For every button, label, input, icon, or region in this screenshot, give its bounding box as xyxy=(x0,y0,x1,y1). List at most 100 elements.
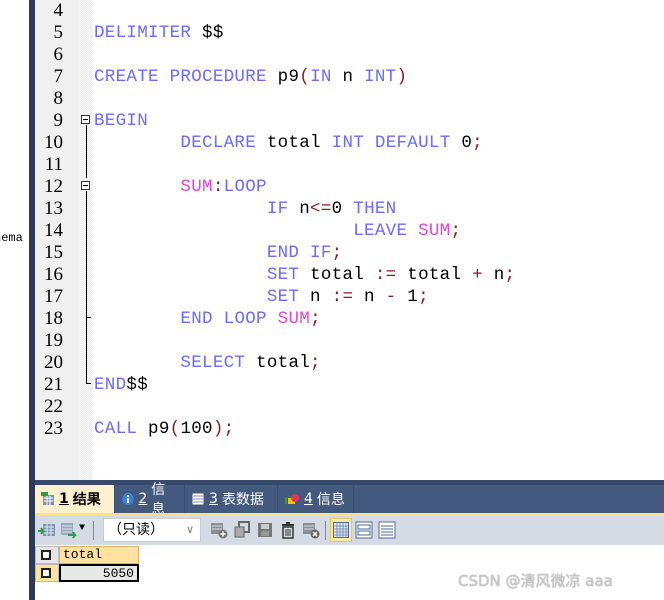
keyword-token: THEN xyxy=(353,199,397,219)
tab-info-2[interactable]: 4 信息 xyxy=(278,485,354,513)
sql-editor[interactable]: 4 5 DELIMITER $$ 6 7 CREATE PROCEDURE p9(IN n… xyxy=(35,0,664,480)
tab-label: 结果 xyxy=(72,492,101,508)
line-number: 20 xyxy=(44,352,63,373)
dropdown-arrow-icon[interactable]: ▼ xyxy=(79,523,85,534)
tab-result[interactable]: 1 结果 xyxy=(35,485,115,513)
operator-token: ; xyxy=(450,221,462,241)
code-line[interactable]: 6 xyxy=(35,44,664,66)
save-icon[interactable] xyxy=(256,521,274,539)
operator-token: ; xyxy=(331,243,343,263)
keyword-token: SET xyxy=(266,265,300,285)
row-checkbox[interactable] xyxy=(35,564,59,582)
keyword-token: SELECT xyxy=(180,353,246,373)
operator-token: - xyxy=(385,287,397,307)
code-line[interactable]: 8 xyxy=(35,88,664,110)
tab-table-data[interactable]: 3 表数据 xyxy=(185,485,278,513)
grid-view-button[interactable] xyxy=(330,518,352,542)
info-shapes-icon xyxy=(285,494,299,504)
code-line[interactable]: 15 END IF; xyxy=(35,242,664,264)
keyword-token: END xyxy=(266,243,300,263)
code-text: END IF; xyxy=(94,242,342,264)
select-all-checkbox[interactable] xyxy=(35,546,59,564)
code-line[interactable]: 10 DECLARE total INT DEFAULT 0; xyxy=(35,132,664,154)
tab-number: 3 xyxy=(209,491,218,507)
text-token: total xyxy=(245,353,311,373)
form-view-icon[interactable] xyxy=(355,521,373,539)
line-number: 19 xyxy=(44,330,63,351)
text-token: 0 xyxy=(450,133,473,153)
export-grid-icon[interactable] xyxy=(38,521,56,539)
code-text: LEAVE SUM; xyxy=(94,220,461,242)
info-icon xyxy=(122,493,134,505)
cancel-icon[interactable] xyxy=(302,521,320,539)
code-line[interactable]: 5 DELIMITER $$ xyxy=(35,22,664,44)
line-number: 22 xyxy=(44,396,63,417)
code-line[interactable]: 4 xyxy=(35,0,664,22)
fold-begin-toggle[interactable] xyxy=(81,115,90,124)
label-token: SUM xyxy=(418,221,451,241)
code-line[interactable]: 14 LEAVE SUM; xyxy=(35,220,664,242)
text-token: 1 xyxy=(396,287,419,307)
code-line[interactable]: 22 xyxy=(35,396,664,418)
column-header-total[interactable]: total xyxy=(59,546,139,564)
delete-icon[interactable] xyxy=(279,521,297,539)
operator-token: <= xyxy=(310,199,332,219)
tab-number: 1 xyxy=(59,491,69,507)
keyword-token: BEGIN xyxy=(94,111,149,131)
table-cell[interactable]: 5050 xyxy=(59,564,139,582)
code-line[interactable]: 11 xyxy=(35,154,664,176)
line-number: 23 xyxy=(44,418,63,439)
code-line[interactable]: 20 SELECT total; xyxy=(35,352,664,374)
line-number: 4 xyxy=(53,0,64,21)
code-line[interactable]: 9 BEGIN xyxy=(35,110,664,132)
watermark: CSDN @清风微凉 aaa xyxy=(458,572,613,590)
operator-token: ; xyxy=(472,133,483,153)
object-browser-pane: nema xyxy=(0,0,29,600)
code-text: END$$ xyxy=(94,374,148,396)
fold-end-tick xyxy=(86,317,91,318)
toolbar-separator xyxy=(93,521,94,540)
keyword-token: LOOP xyxy=(223,177,267,197)
keyword-token: SET xyxy=(266,287,300,307)
fold-loop-toggle[interactable] xyxy=(81,181,90,190)
line-number: 17 xyxy=(44,286,63,307)
fold-guide-line xyxy=(86,125,87,178)
text-token: 100 xyxy=(180,419,213,439)
code-line[interactable]: 23 CALL p9(100); xyxy=(35,418,664,440)
code-line[interactable]: 17 SET n := n - 1; xyxy=(35,286,664,308)
result-toolbar: ▼ （只读） ∨ xyxy=(35,516,664,545)
code-line[interactable]: 13 IF n<=0 THEN xyxy=(35,198,664,220)
keyword-token: DECLARE xyxy=(180,133,257,153)
keyword-token: DELIMITER xyxy=(94,23,192,43)
import-grid-icon[interactable] xyxy=(60,521,78,539)
line-number: 12 xyxy=(44,176,63,197)
code-line[interactable]: 16 SET total := total + n; xyxy=(35,264,664,286)
text-token: total xyxy=(299,265,375,285)
add-row-icon[interactable] xyxy=(210,521,228,539)
result-tabs-bar: 1 结果 2 信息 3 表数据 4 信息 xyxy=(35,480,664,518)
code-line[interactable]: 21 END$$ xyxy=(35,374,664,396)
text-view-icon[interactable] xyxy=(378,521,396,539)
code-line[interactable]: 12 SUM:LOOP xyxy=(35,176,664,198)
code-text: BEGIN xyxy=(94,110,148,132)
schema-label[interactable]: nema xyxy=(0,231,23,245)
label-token: SUM xyxy=(180,177,213,197)
code-line[interactable]: 18 END LOOP SUM; xyxy=(35,308,664,330)
text-token: $$ xyxy=(126,375,149,395)
tab-info[interactable]: 2 信息 xyxy=(115,482,185,518)
code-line[interactable]: 7 CREATE PROCEDURE p9(IN n INT) xyxy=(35,66,664,88)
line-number: 21 xyxy=(44,374,63,395)
code-line[interactable]: 19 xyxy=(35,330,664,352)
edit-mode-select[interactable]: （只读） ∨ xyxy=(103,518,201,542)
operator-token: + xyxy=(472,265,483,285)
tab-number: 2 xyxy=(138,491,148,507)
text-token: n xyxy=(482,265,505,285)
line-number: 13 xyxy=(44,198,63,219)
copy-row-icon[interactable] xyxy=(233,521,251,539)
code-text: SET n := n - 1; xyxy=(94,286,429,308)
